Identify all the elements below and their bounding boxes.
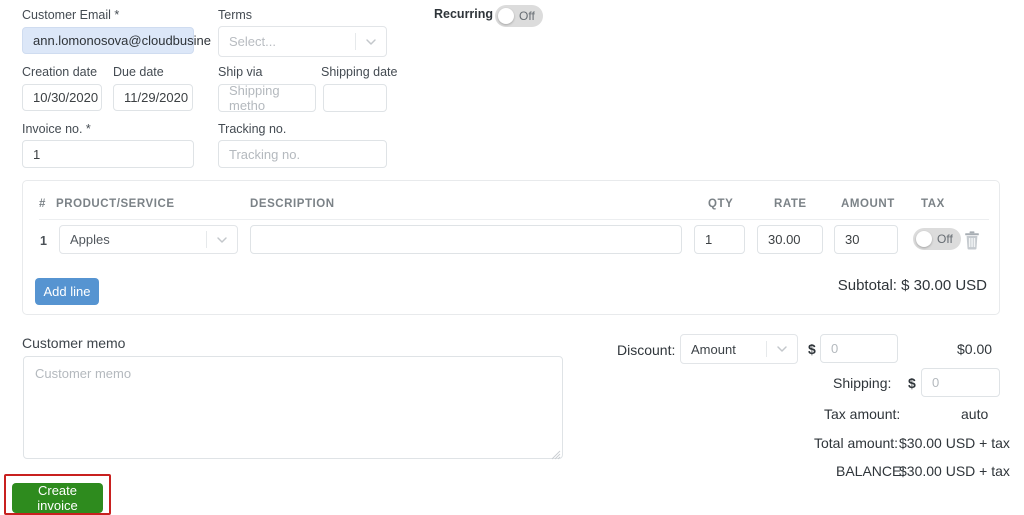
select-separator [766, 341, 767, 358]
recurring-label: Recurring [434, 7, 493, 21]
terms-select-value: Select... [229, 34, 355, 49]
total-amount-label: Total amount: [814, 435, 898, 451]
qty-input[interactable]: 1 [694, 225, 745, 254]
invoice-no-label: Invoice no. * [22, 122, 91, 136]
ship-via-label: Ship via [218, 65, 262, 79]
table-header-divider [39, 219, 989, 220]
product-service-select[interactable]: Apples [59, 225, 238, 254]
product-service-value: Apples [70, 232, 206, 247]
discount-type-select[interactable]: Amount [680, 334, 798, 364]
column-header-num: # [39, 198, 46, 210]
add-line-button[interactable]: Add line [35, 278, 99, 305]
chevron-down-icon [214, 232, 230, 248]
table-row-number: 1 [40, 234, 47, 248]
discount-currency-symbol: $ [808, 341, 816, 357]
discount-result: $0.00 [957, 341, 992, 357]
discount-value-input[interactable]: 0 [820, 334, 898, 363]
tax-toggle[interactable]: Off [913, 228, 961, 250]
chevron-down-icon [774, 341, 790, 357]
tracking-no-input[interactable]: Tracking no. [218, 140, 387, 168]
rate-input[interactable]: 30.00 [757, 225, 823, 254]
customer-email-label: Customer Email * [22, 8, 119, 22]
column-header-rate: RATE [774, 198, 807, 210]
column-header-product: PRODUCT/SERVICE [56, 198, 175, 210]
discount-label: Discount: [617, 342, 675, 358]
shipping-date-input[interactable] [323, 84, 387, 112]
recurring-toggle-state: Off [519, 9, 535, 23]
column-header-description: DESCRIPTION [250, 198, 335, 210]
terms-label: Terms [218, 8, 252, 22]
tax-amount-label: Tax amount: [824, 406, 900, 422]
shipping-value-input[interactable]: 0 [921, 368, 1000, 397]
column-header-tax: TAX [921, 198, 945, 210]
column-header-amount: AMOUNT [841, 198, 895, 210]
discount-type-value: Amount [691, 342, 766, 357]
select-separator [355, 33, 356, 50]
tax-toggle-knob [916, 231, 932, 247]
shipping-date-label: Shipping date [321, 65, 397, 79]
tax-toggle-state: Off [937, 232, 953, 246]
invoice-form-page: Customer Email * ann.lomonosova@cloudbus… [0, 0, 1024, 515]
terms-select[interactable]: Select... [218, 26, 387, 57]
invoice-no-input[interactable]: 1 [22, 140, 194, 168]
select-separator [206, 231, 207, 247]
creation-date-label: Creation date [22, 65, 97, 79]
customer-memo-textarea[interactable]: Customer memo [23, 356, 563, 459]
customer-email-input[interactable]: ann.lomonosova@cloudbusine [22, 27, 194, 54]
total-amount-value: $30.00 USD + tax [899, 435, 1010, 451]
balance-label: BALANCE: [836, 463, 905, 479]
chevron-down-icon [363, 34, 379, 50]
tax-amount-value: auto [961, 406, 988, 422]
shipping-currency-symbol: $ [908, 375, 916, 391]
recurring-toggle[interactable]: Off [495, 5, 543, 27]
subtotal-text: Subtotal: $ 30.00 USD [838, 277, 987, 294]
creation-date-input[interactable]: 10/30/2020 [22, 84, 102, 111]
shipping-label: Shipping: [833, 375, 891, 391]
column-header-qty: QTY [708, 198, 733, 210]
create-invoice-button[interactable]: Create invoice [12, 483, 103, 513]
recurring-toggle-knob [498, 8, 514, 24]
ship-via-input[interactable]: Shipping metho [218, 84, 316, 112]
due-date-label: Due date [113, 65, 164, 79]
due-date-input[interactable]: 11/29/2020 [113, 84, 193, 111]
description-input[interactable] [250, 225, 682, 254]
delete-line-icon[interactable] [962, 230, 982, 256]
balance-value: $30.00 USD + tax [899, 463, 1010, 479]
amount-input[interactable]: 30 [834, 225, 898, 254]
customer-memo-label: Customer memo [22, 335, 125, 351]
tracking-no-label: Tracking no. [218, 122, 286, 136]
